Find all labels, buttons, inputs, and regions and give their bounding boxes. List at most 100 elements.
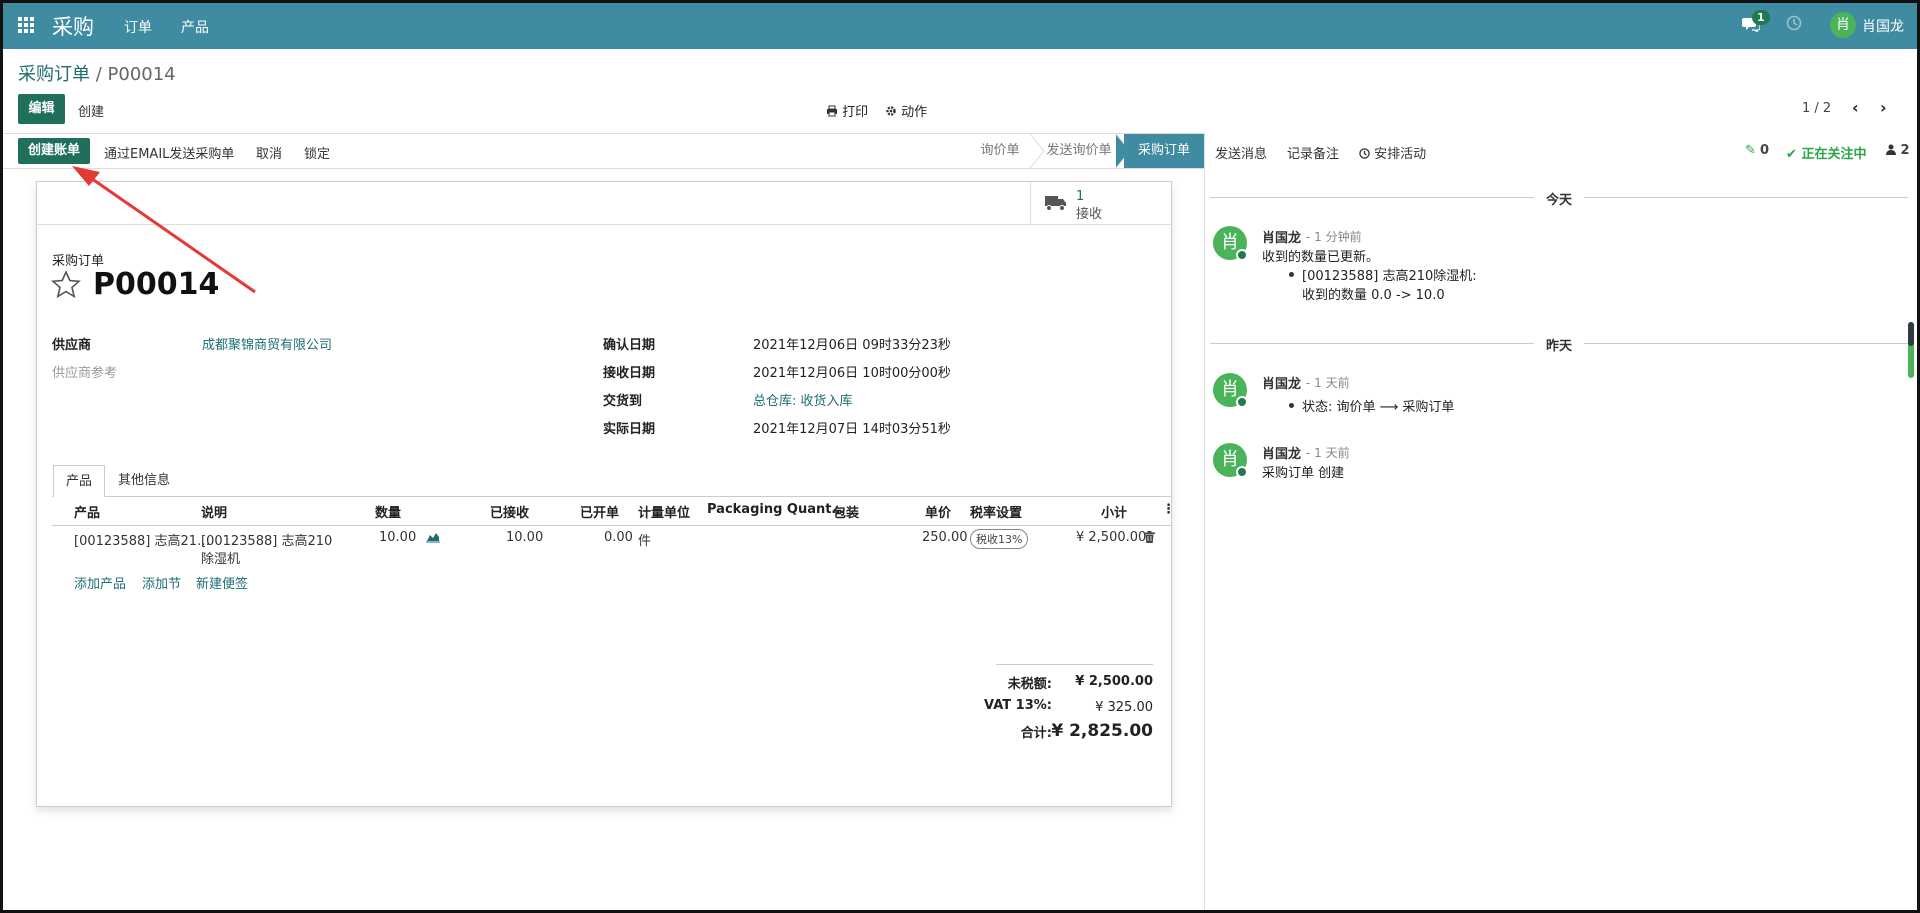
chatter-divider — [1204, 133, 1205, 913]
breadcrumb: 采购订单 / P00014 — [18, 60, 176, 86]
line-uom[interactable]: 件 — [638, 530, 651, 549]
star-icon[interactable] — [51, 270, 81, 302]
pager-prev-icon[interactable]: ‹ — [1852, 98, 1859, 117]
chat-count-badge: 1 — [1752, 10, 1770, 25]
stage-rfq[interactable]: 询价单 — [968, 134, 1032, 168]
send-email-button[interactable]: 通过EMAIL发送采购单 — [104, 143, 234, 162]
schedule-activity-button[interactable]: 安排活动 — [1359, 143, 1426, 162]
col-description[interactable]: 说明 — [201, 502, 227, 521]
menu-orders[interactable]: 订单 — [124, 17, 152, 37]
lock-button[interactable]: 锁定 — [304, 143, 330, 162]
online-status-dot — [1236, 249, 1248, 261]
vat-label: VAT 13%: — [984, 698, 1052, 713]
col-product[interactable]: 产品 — [74, 502, 100, 521]
line-description-2[interactable]: 除湿机 — [201, 548, 240, 567]
forecast-chart-icon[interactable] — [426, 531, 440, 547]
log-note-button[interactable]: 记录备注 — [1287, 143, 1339, 162]
app-name[interactable]: 采购 — [52, 11, 94, 41]
trash-icon[interactable] — [1144, 531, 1155, 547]
truck-icon — [1045, 194, 1067, 216]
line-unit-price[interactable]: 250.00 — [922, 530, 968, 545]
col-received[interactable]: 已接收 — [490, 502, 529, 521]
line-description-1[interactable]: [00123588] 志高210 — [201, 530, 332, 549]
line-quantity[interactable]: 10.00 — [379, 530, 416, 545]
col-subtotal[interactable]: 小计 — [1101, 502, 1127, 521]
col-billed[interactable]: 已开单 — [580, 502, 619, 521]
line-billed: 0.00 — [604, 530, 633, 545]
followers-button[interactable]: 2 — [1886, 143, 1910, 158]
untaxed-value: ¥ 2,500.00 — [1075, 674, 1153, 689]
pager-value[interactable]: 1 / 2 — [1802, 101, 1831, 116]
bullet-dot — [1289, 403, 1294, 408]
action-button[interactable]: 动作 — [885, 101, 927, 120]
vendor-ref-label: 供应商参考 — [52, 366, 118, 381]
tab-other-info[interactable]: 其他信息 — [106, 465, 182, 497]
untaxed-label: 未税额: — [1007, 677, 1052, 692]
line-product[interactable]: [00123588] 志高21… — [74, 530, 210, 549]
col-quantity[interactable]: 数量 — [375, 502, 401, 521]
add-section-link[interactable]: 添加节 — [142, 573, 181, 592]
message-author[interactable]: 肖国龙 — [1262, 227, 1301, 246]
stage-purchase-order[interactable]: 采购订单 — [1124, 134, 1204, 168]
user-icon — [1886, 144, 1896, 155]
tab-products[interactable]: 产品 — [53, 465, 105, 497]
cancel-button[interactable]: 取消 — [256, 143, 282, 162]
attachments-button[interactable]: ✎ 0 — [1745, 143, 1769, 158]
deliver-to-value[interactable]: 总仓库: 收货入库 — [753, 390, 853, 409]
button-box-divider — [37, 224, 1171, 225]
edit-button[interactable]: 编辑 — [18, 94, 65, 124]
clock-icon[interactable] — [1786, 15, 1802, 35]
menu-products[interactable]: 产品 — [181, 17, 209, 37]
table-header-divider — [52, 525, 1171, 526]
following-button[interactable]: ✔ 正在关注中 — [1786, 143, 1866, 162]
col-packaging-qty[interactable]: Packaging Quant… — [707, 502, 844, 517]
col-taxes[interactable]: 税率设置 — [970, 502, 1022, 521]
effective-date-value: 2021年12月07日 14时03分51秒 — [753, 422, 951, 437]
message-tracking-line-1: [00123588] 志高210除湿机: — [1302, 269, 1477, 284]
document-name: P00014 — [93, 267, 220, 302]
paperclip-icon: ✎ — [1745, 143, 1756, 158]
total-label: 合计: — [1020, 726, 1052, 741]
send-message-button[interactable]: 发送消息 — [1215, 143, 1267, 162]
confirm-date-value: 2021年12月06日 09时33分23秒 — [753, 338, 951, 353]
receipt-date-value: 2021年12月06日 10时00分00秒 — [753, 366, 951, 381]
user-name[interactable]: 肖国龙 — [1862, 16, 1904, 36]
schedule-activity-label: 安排活动 — [1374, 147, 1427, 162]
tax-badge[interactable]: 税收13% — [970, 529, 1029, 549]
breadcrumb-parent[interactable]: 采购订单 — [18, 64, 90, 85]
clock-icon — [1359, 148, 1370, 159]
line-subtotal: ¥ 2,500.00 — [1076, 530, 1147, 545]
add-note-link[interactable]: 新建便签 — [196, 573, 248, 592]
vendor-label: 供应商 — [52, 338, 92, 353]
receipt-date-label: 接收日期 — [603, 366, 656, 381]
column-options-icon[interactable]: ⋮ — [1162, 502, 1175, 517]
user-avatar[interactable]: 肖 — [1830, 12, 1856, 38]
confirm-date-label: 确认日期 — [603, 338, 656, 353]
chatter-scrollbar-handle[interactable] — [1908, 322, 1914, 346]
col-uom[interactable]: 计量单位 — [638, 502, 690, 521]
action-label: 动作 — [901, 105, 928, 120]
receipt-label: 接收 — [1076, 207, 1103, 222]
vendor-value[interactable]: 成都聚锦商贸有限公司 — [202, 334, 332, 353]
followers-count: 2 — [1900, 143, 1910, 158]
message-author[interactable]: 肖国龙 — [1262, 443, 1301, 462]
following-label: 正在关注中 — [1801, 147, 1867, 162]
message-tracking-state: 状态: 询价单 ⟶ 采购订单 — [1302, 400, 1455, 415]
print-button[interactable]: 打印 — [826, 101, 868, 120]
effective-date-label: 实际日期 — [603, 422, 656, 437]
tabs-divider — [52, 496, 1171, 497]
bullet-dot — [1289, 272, 1294, 277]
breadcrumb-separator: / — [90, 64, 108, 85]
message-author[interactable]: 肖国龙 — [1262, 373, 1301, 392]
col-packaging[interactable]: 包装 — [833, 502, 859, 521]
message-time: - 1 天前 — [1306, 446, 1350, 460]
add-product-link[interactable]: 添加产品 — [74, 573, 126, 592]
stage-rfq-sent[interactable]: 发送询价单 — [1042, 134, 1116, 168]
apps-grid-icon[interactable] — [18, 17, 36, 33]
col-unit-price[interactable]: 单价 — [925, 502, 951, 521]
day-label-yesterday: 昨天 — [1534, 335, 1585, 354]
create-bill-button[interactable]: 创建账单 — [18, 138, 90, 164]
line-received[interactable]: 10.00 — [506, 530, 543, 545]
pager-next-icon[interactable]: › — [1880, 98, 1887, 117]
create-button[interactable]: 创建 — [78, 101, 104, 120]
